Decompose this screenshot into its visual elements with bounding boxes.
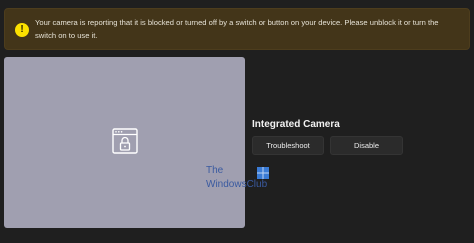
camera-settings-page: ! Your camera is reporting that it is bl…	[0, 0, 474, 243]
watermark-line-1: The	[206, 165, 224, 176]
watermark-logo-icon	[257, 167, 269, 179]
troubleshoot-button[interactable]: Troubleshoot	[252, 136, 324, 155]
disable-button[interactable]: Disable	[330, 136, 403, 155]
watermark-line-2: WindowsClub	[206, 179, 268, 190]
warning-message: Your camera is reporting that it is bloc…	[35, 18, 439, 40]
camera-blocked-lock-icon	[112, 128, 138, 154]
camera-name: Integrated Camera	[252, 119, 340, 130]
camera-blocked-warning-banner: ! Your camera is reporting that it is bl…	[4, 8, 470, 50]
camera-preview	[4, 57, 245, 228]
warning-icon: !	[15, 23, 29, 37]
